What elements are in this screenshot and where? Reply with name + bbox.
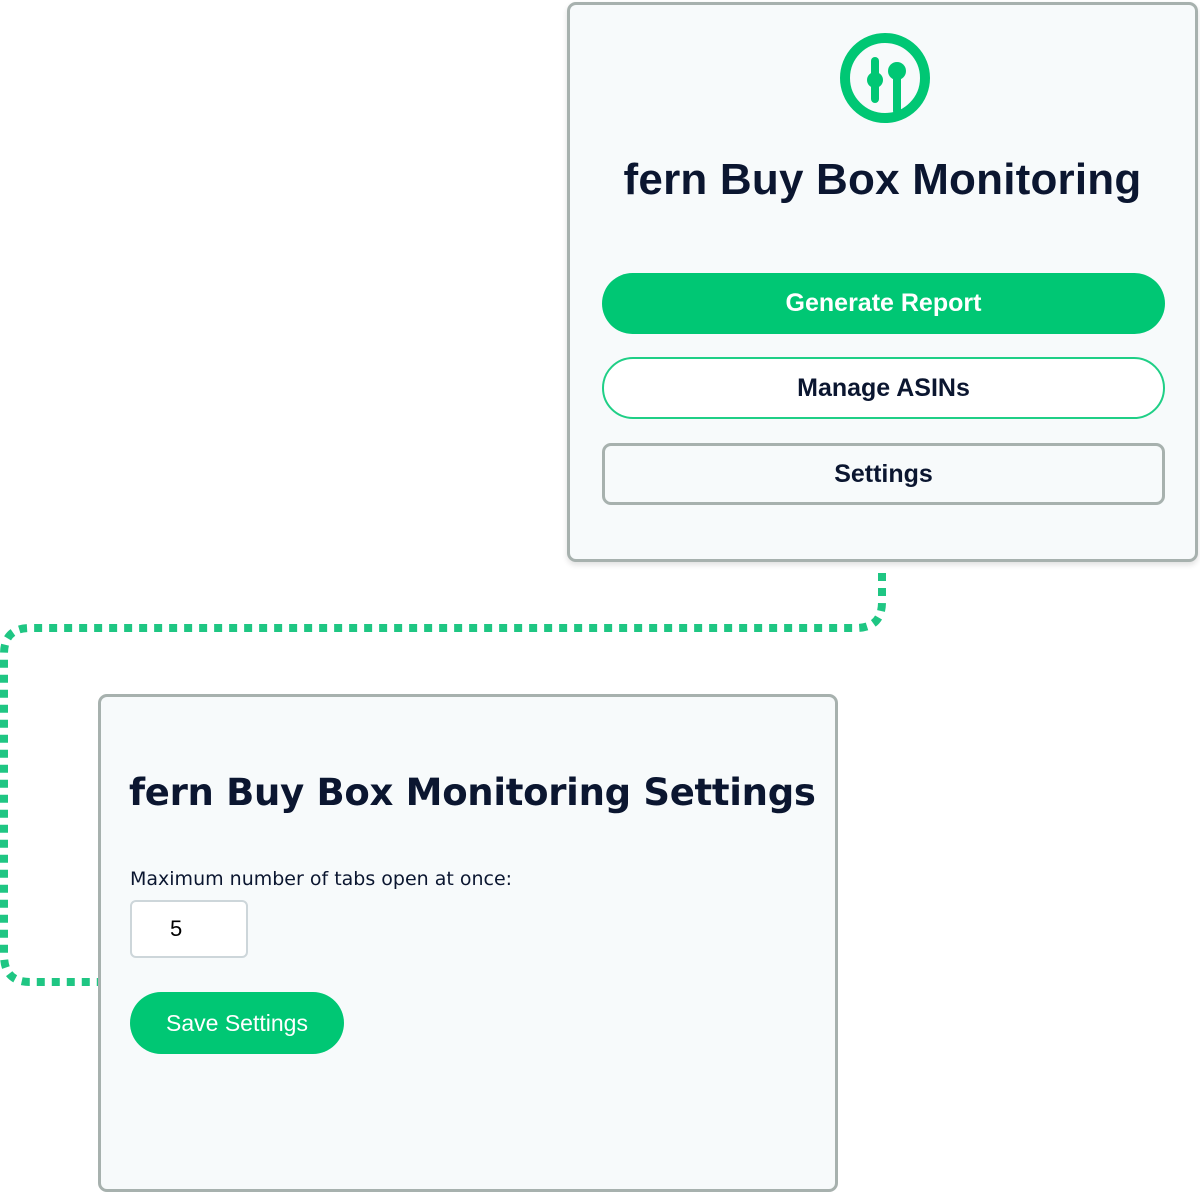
popup-title: fern Buy Box Monitoring bbox=[623, 155, 1142, 204]
fern-logo-icon bbox=[840, 33, 930, 123]
save-settings-button[interactable]: Save Settings bbox=[130, 992, 344, 1054]
max-tabs-label: Maximum number of tabs open at once: bbox=[130, 868, 513, 890]
max-tabs-input[interactable] bbox=[130, 900, 248, 958]
manage-asins-label: Manage ASINs bbox=[797, 373, 970, 402]
settings-label: Settings bbox=[834, 459, 933, 488]
extension-popup: fern Buy Box Monitoring Generate Report … bbox=[567, 2, 1198, 562]
settings-button[interactable]: Settings bbox=[602, 443, 1165, 505]
save-settings-label: Save Settings bbox=[166, 1009, 308, 1036]
settings-page-title: fern Buy Box Monitoring Settings bbox=[129, 771, 816, 814]
generate-report-label: Generate Report bbox=[785, 289, 982, 317]
manage-asins-button[interactable]: Manage ASINs bbox=[602, 357, 1165, 419]
settings-page: fern Buy Box Monitoring Settings Maximum… bbox=[98, 694, 838, 1192]
generate-report-button[interactable]: Generate Report bbox=[602, 273, 1165, 334]
